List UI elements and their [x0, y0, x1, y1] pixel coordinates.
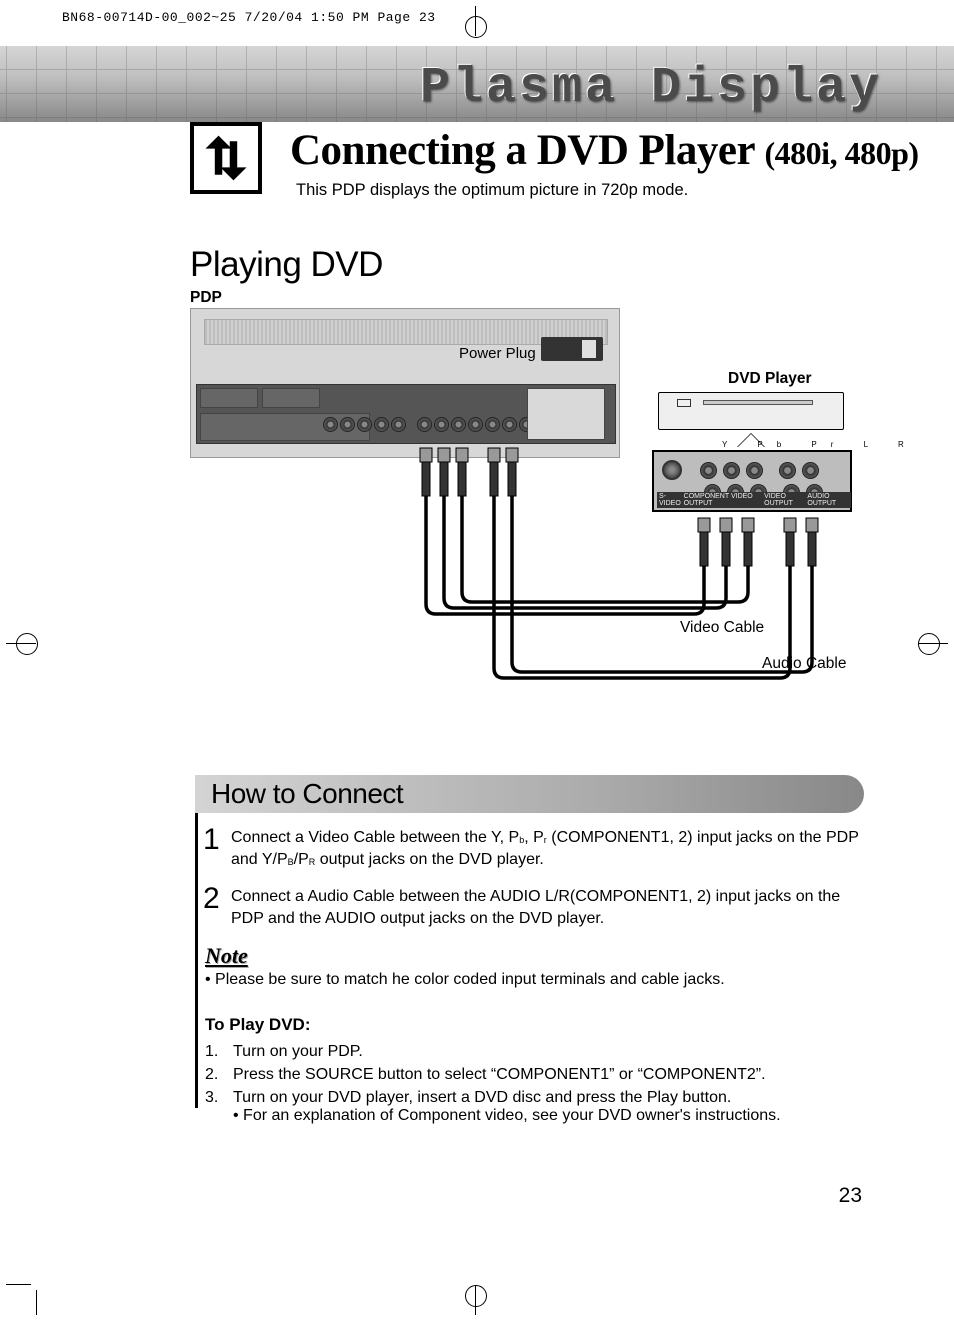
list-text: Turn on your DVD player, insert a DVD di…: [233, 1089, 781, 1125]
dvd-jack-labels: Y Pb Pr L R: [722, 440, 918, 449]
crop-corner-icon: [36, 1255, 66, 1285]
rca-jack-icon: [468, 417, 483, 432]
dvd-player-label: DVD Player: [728, 370, 812, 388]
page-title-sub: (480i, 480p): [765, 135, 919, 171]
power-plug-label: Power Plug: [459, 345, 536, 362]
step-number: 1: [203, 825, 219, 872]
rca-jack-icon: [434, 417, 449, 432]
panel-group: [527, 388, 605, 440]
label: S-VIDEO: [659, 493, 682, 507]
pdp-io-panel: [196, 384, 616, 444]
crop-mark-icon: [6, 628, 36, 658]
header-banner: Plasma Display: [0, 46, 954, 122]
list-text: Turn on your PDP.: [233, 1043, 363, 1061]
io-arrows-icon: [190, 122, 262, 194]
rca-jack-icon: [700, 462, 717, 479]
rca-jack-icon: [746, 462, 763, 479]
toplay-list: 1. Turn on your PDP. 2. Press the SOURCE…: [205, 1043, 867, 1125]
howto-section: How to Connect 1 Connect a Video Cable b…: [195, 775, 867, 1130]
panel-group: [200, 388, 258, 408]
rca-jack-icon: [417, 417, 432, 432]
howto-title-bar: How to Connect: [195, 775, 864, 813]
crop-mark-icon: [918, 628, 948, 658]
label: AUDIO OUTPUT: [807, 493, 849, 507]
list-number: 1.: [205, 1043, 225, 1061]
rca-jack-icon: [340, 417, 355, 432]
dvd-port-labels: S-VIDEO COMPONENT VIDEO OUTPUT VIDEO OUT…: [657, 492, 851, 508]
page-number: 23: [839, 1184, 862, 1208]
howto-title: How to Connect: [211, 778, 403, 810]
list-text: Press the SOURCE button to select “COMPO…: [233, 1066, 766, 1084]
label: VIDEO OUTPUT: [764, 493, 805, 507]
list-item: 3. Turn on your DVD player, insert a DVD…: [205, 1089, 867, 1125]
toplay-heading: To Play DVD:: [205, 1015, 867, 1035]
svideo-jack-icon: [662, 460, 682, 480]
rca-jack-icon: [723, 462, 740, 479]
step-text: Connect a Audio Cable between the AUDIO …: [231, 884, 867, 931]
crop-mark-icon: [460, 6, 490, 36]
rca-jack-icon: [357, 417, 372, 432]
dvd-back-panel: Y Pb Pr L R S-VIDEO COMPONENT VIDEO OUTP…: [652, 450, 852, 512]
crop-mark-icon: [460, 1285, 490, 1315]
note-text: • Please be sure to match he color coded…: [205, 971, 867, 989]
label: COMPONENT VIDEO OUTPUT: [684, 493, 762, 507]
rca-jack-icon: [391, 417, 406, 432]
list-item: 1. Turn on your PDP.: [205, 1043, 867, 1061]
step-1: 1 Connect a Video Cable between the Y, P…: [203, 825, 867, 872]
rca-jack-icon: [485, 417, 500, 432]
step-2: 2 Connect a Audio Cable between the AUDI…: [203, 884, 867, 931]
step-number: 2: [203, 884, 219, 931]
note-heading: Note: [205, 943, 867, 969]
connection-diagram: Power Plug: [190, 308, 868, 728]
section-heading: Playing DVD: [190, 245, 383, 285]
panel-group: [262, 388, 320, 408]
power-socket-icon: [581, 339, 597, 359]
list-number: 2.: [205, 1066, 225, 1084]
rca-jack-icon: [779, 462, 796, 479]
rca-jack-icon: [323, 417, 338, 432]
diagram-pdp-label: PDP: [190, 289, 222, 307]
page-subtitle: This PDP displays the optimum picture in…: [296, 181, 688, 200]
list-item: 2. Press the SOURCE button to select “CO…: [205, 1066, 867, 1084]
rca-jack-icon: [502, 417, 517, 432]
pdp-back-panel: Power Plug: [190, 308, 620, 458]
print-header: BN68-00714D-00_002~25 7/20/04 1:50 PM Pa…: [62, 10, 436, 25]
video-cable-label: Video Cable: [680, 619, 764, 637]
page-title: Connecting a DVD Player (480i, 480p): [290, 126, 919, 175]
dvd-player-icon: [658, 392, 844, 430]
page-title-main: Connecting a DVD Player: [290, 127, 754, 174]
banner-title: Plasma Display: [420, 60, 882, 117]
list-number: 3.: [205, 1089, 225, 1125]
rca-jack-icon: [802, 462, 819, 479]
rca-jack-icon: [374, 417, 389, 432]
rca-jack-icon: [451, 417, 466, 432]
step-text: Connect a Video Cable between the Y, Pb,…: [231, 825, 867, 872]
audio-cable-label: Audio Cable: [762, 655, 846, 673]
